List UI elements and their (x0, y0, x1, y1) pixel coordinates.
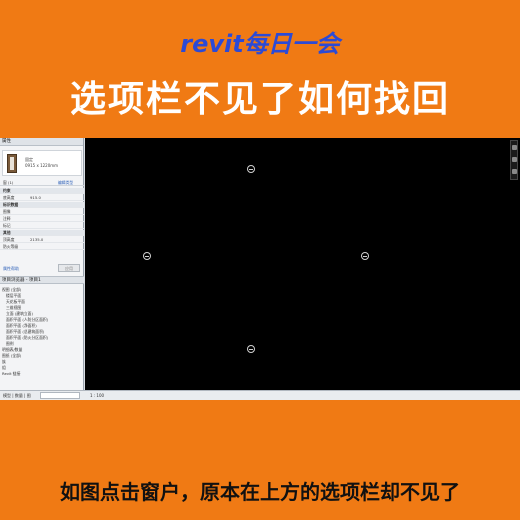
main-title: 选项栏不见了如何找回 (69, 79, 450, 120)
properties-panel: 属性 固定 0915 x 1220mm 窗 (1) 编辑类型 约束底高度 915.… (0, 138, 84, 400)
property-label: 防火等级 (3, 244, 19, 249)
property-row[interactable]: 图像 (0, 209, 84, 215)
elevation-marker-north-icon[interactable] (247, 165, 255, 173)
view-cube-icon[interactable] (512, 145, 517, 150)
window-thumbnail-icon (7, 154, 17, 173)
property-label: 标记 (3, 223, 11, 228)
property-label: 底高度 (3, 195, 15, 200)
caption: 如图点击窗户，原本在上方的选项栏却不见了 (60, 480, 460, 504)
property-value: 2135.0 (30, 237, 44, 242)
property-label: 注释 (3, 216, 11, 221)
property-label: 顶高度 (3, 237, 15, 242)
filter-label: 窗 (1) (3, 180, 14, 185)
property-row[interactable]: 防火等级 (0, 244, 84, 250)
project-browser-title: 项目浏览器 - 项目1 (0, 276, 84, 284)
property-label: 约束 (3, 188, 11, 193)
properties-help-link[interactable]: 属性帮助 (3, 266, 19, 272)
drawing-canvas[interactable] (85, 138, 520, 390)
browser-tree-item[interactable]: Revit 链接 (2, 371, 20, 377)
properties-section[interactable]: 约束 (0, 188, 84, 194)
property-row[interactable]: 标记 (0, 223, 84, 229)
properties-section[interactable]: 其他 (0, 230, 84, 236)
properties-section[interactable]: 标识数据 (0, 202, 84, 208)
property-row[interactable]: 底高度 915.0 (0, 195, 84, 201)
pan-icon[interactable] (512, 169, 517, 174)
property-label: 图像 (3, 209, 11, 214)
zoom-icon[interactable] (512, 157, 517, 162)
property-row[interactable]: 顶高度 2135.0 (0, 237, 84, 243)
filter-row[interactable]: 窗 (1) 编辑类型 (0, 180, 84, 186)
top-banner: revit每日一会 选项栏不见了如何找回 (0, 0, 520, 138)
elevation-marker-east-icon[interactable] (361, 252, 369, 260)
navigation-bar[interactable] (510, 140, 518, 180)
elevation-marker-west-icon[interactable] (143, 252, 151, 260)
edit-type-button[interactable]: 编辑类型 (58, 180, 73, 186)
view-scale[interactable]: 1 : 100 (90, 393, 104, 398)
status-left-text: 模型 | 数量 | 图 (3, 393, 31, 398)
property-row[interactable]: 注释 (0, 216, 84, 222)
type-selector[interactable]: 固定 0915 x 1220mm (2, 150, 82, 176)
property-value: 915.0 (30, 195, 41, 200)
status-bar: 模型 | 数量 | 图 1 : 100 (0, 390, 520, 400)
property-label: 标识数据 (3, 202, 19, 207)
apply-button[interactable]: 应用 (58, 264, 80, 272)
series-title: revit每日一会 (180, 30, 340, 58)
elevation-marker-south-icon[interactable] (247, 345, 255, 353)
type-size: 0915 x 1220mm (25, 163, 59, 168)
status-field[interactable] (40, 392, 80, 399)
revit-screenshot: 属性 固定 0915 x 1220mm 窗 (1) 编辑类型 约束底高度 915.… (0, 138, 520, 400)
property-label: 其他 (3, 230, 11, 235)
properties-title: 属性 (0, 138, 83, 146)
